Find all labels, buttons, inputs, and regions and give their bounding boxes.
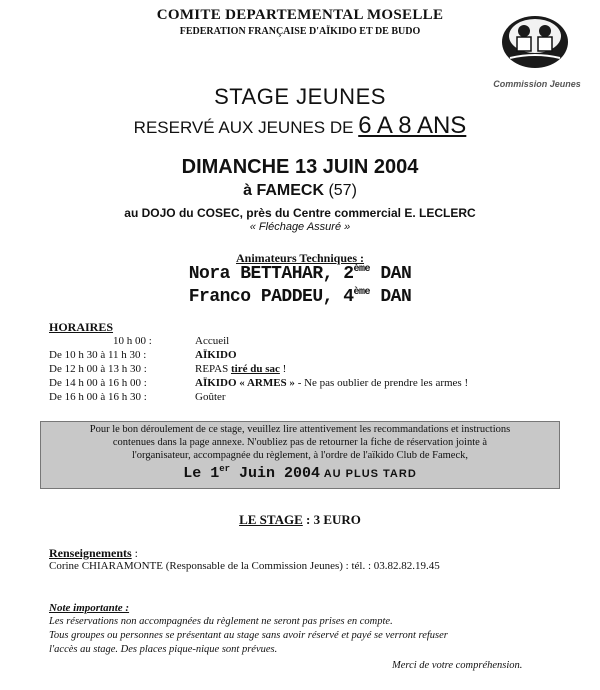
- event-venue: au DOJO du COSEC, près du Centre commerc…: [124, 206, 476, 220]
- deadline-prefix: Le 1: [183, 465, 220, 482]
- note-line-3: l'accès au stage. Des places pique-nique…: [49, 644, 278, 655]
- animator-2-rank: DAN: [370, 287, 412, 307]
- animator-2-name: Franco PADDEU, 4: [188, 287, 354, 307]
- price-value: : 3 EURO: [302, 512, 361, 527]
- schedule-activity: REPAS: [195, 363, 231, 375]
- age-range-highlight: 6 A 8 ANS: [358, 112, 467, 139]
- stage-title: STAGE JEUNES: [214, 84, 386, 109]
- schedule-heading: HORAIRES: [49, 320, 114, 334]
- note-thanks: Merci de votre compréhension.: [392, 660, 523, 671]
- info-contact: Corine CHIARAMONTE (Responsable de la Co…: [49, 560, 440, 572]
- age-range-line: RESERVÉ AUX JEUNES DE 6 A 8 ANS: [0, 112, 600, 140]
- deadline-sup: er: [219, 464, 231, 474]
- notice-deadline: Le 1er Juin 2004 AU PLUS TARD: [41, 464, 559, 482]
- animator-1-name: Nora BETTAHAR, 2: [188, 264, 354, 284]
- reservation-notice-box: Pour le bon déroulement de ce stage, veu…: [40, 421, 560, 489]
- schedule-activity: AÏKIDO « ARMES »: [195, 377, 295, 389]
- schedule-activity-emphasis: tiré du sac: [230, 363, 280, 375]
- schedule-time: De 10 h 30 à 11 h 30 :: [49, 349, 147, 361]
- schedule-time: De 12 h 00 à 13 h 30 :: [49, 363, 147, 375]
- age-range-prefix: RESERVÉ AUX JEUNES DE: [133, 118, 359, 137]
- animator-2: Franco PADDEU, 4ème DAN: [0, 287, 600, 307]
- schedule-activity: Goûter: [195, 391, 226, 403]
- schedule-activity-group: AÏKIDO « ARMES » - Ne pas oublier de pre…: [195, 377, 468, 389]
- note-line-1: Les réservations non accompagnées du règ…: [49, 616, 393, 627]
- schedule-time: De 16 h 00 à 16 h 30 :: [49, 391, 147, 403]
- schedule-activity: AÏKIDO: [195, 349, 237, 361]
- schedule-activity: Accueil: [195, 335, 230, 347]
- deadline-main: Juin 2004: [230, 465, 321, 482]
- info-heading: Renseignements: [49, 546, 132, 560]
- info-heading-colon: :: [131, 546, 139, 560]
- notice-line-2: contenues dans la page annexe. N'oubliez…: [112, 437, 488, 448]
- schedule-activity-rest: !: [279, 363, 287, 375]
- info-heading-line: Renseignements :: [49, 546, 138, 561]
- schedule-time: De 14 h 00 à 16 h 00 :: [49, 377, 147, 389]
- event-department: (57): [328, 182, 357, 199]
- notice-line-1: Pour le bon déroulement de ce stage, veu…: [89, 424, 511, 435]
- event-date: DIMANCHE 13 JUIN 2004: [181, 156, 419, 178]
- animator-1: Nora BETTAHAR, 2ème DAN: [0, 264, 600, 284]
- note-heading: Note importante :: [49, 602, 130, 614]
- commission-jeunes-logo: [502, 16, 568, 68]
- deadline-suffix: AU PLUS TARD: [320, 468, 417, 480]
- price-label: LE STAGE: [239, 512, 303, 527]
- note-line-2: Tous groupes ou personnes se présentant …: [49, 630, 448, 641]
- price-line: LE STAGE : 3 EURO: [0, 512, 600, 528]
- animator-2-sup: ème: [353, 287, 371, 298]
- schedule-activity-group: REPAS tiré du sac !: [195, 363, 286, 375]
- animator-1-rank: DAN: [370, 264, 412, 284]
- notice-line-3: l'organisateur, accompagnée du règlement…: [132, 450, 468, 461]
- schedule-time: 10 h 00 :: [113, 335, 152, 347]
- event-city-line: à FAMECK (57): [0, 182, 600, 200]
- schedule-activity-rest: - Ne pas oublier de prendre les armes !: [294, 377, 469, 389]
- event-signage: « Fléchage Assuré »: [249, 221, 351, 233]
- event-city: à FAMECK: [243, 182, 324, 199]
- animator-1-sup: ème: [353, 264, 371, 275]
